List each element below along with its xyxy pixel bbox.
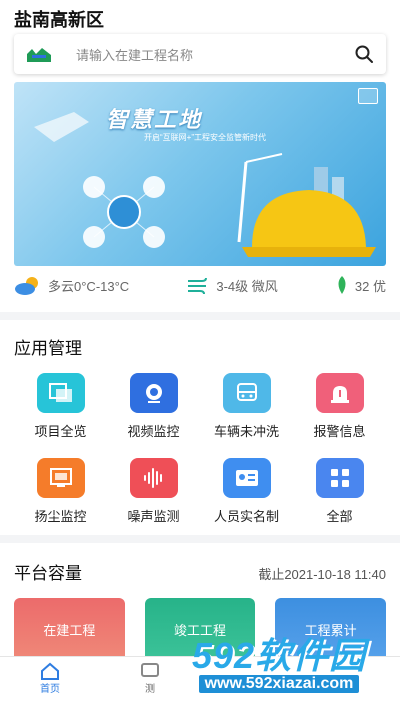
dust-icon	[36, 458, 85, 498]
weather-condition: 多云0°C-13°C	[14, 275, 129, 295]
cloud-sun-icon	[15, 277, 38, 295]
app-label: 车辆未冲洗	[213, 424, 279, 439]
overview-icon	[36, 373, 85, 413]
capacity-date: 截止2021-10-18 11:40	[258, 567, 386, 582]
search-bar[interactable]: 请输入在建工程名称	[14, 34, 386, 74]
search-icon[interactable]	[354, 44, 374, 64]
section-title: 平台容量	[14, 564, 82, 583]
sound-wave-icon	[129, 458, 178, 498]
tab-label: 测	[145, 684, 155, 695]
app-grid: 项目全览 视频监控 车辆未冲洗 报警信息 扬尘监控 噪声监测 人员实名制 全部	[14, 373, 386, 525]
banner-title: 智慧工地	[106, 107, 203, 132]
section-title: 应用管理	[14, 339, 82, 358]
app-label: 报警信息	[313, 424, 366, 439]
air-quality: 32 优	[335, 275, 386, 295]
alarm-icon	[315, 373, 364, 413]
app-label: 噪声监测	[127, 509, 180, 524]
weather-text: 多云0°C-13°C	[48, 278, 130, 294]
region-title[interactable]: 盐南高新区	[14, 0, 386, 34]
tab-label: 首页	[40, 684, 60, 695]
chat-icon	[141, 663, 159, 677]
tile-label: 在建工程	[43, 623, 96, 638]
site-watermark: 592软件园 www.592xiazai.com	[164, 634, 394, 696]
app-vehicle-unwashed[interactable]: 车辆未冲洗	[200, 373, 293, 440]
app-all[interactable]: 全部	[293, 458, 386, 525]
app-real-name[interactable]: 人员实名制	[200, 458, 293, 525]
app-project-overview[interactable]: 项目全览	[14, 373, 107, 440]
search-input[interactable]: 请输入在建工程名称	[76, 45, 354, 64]
home-icon	[41, 662, 59, 680]
top-section: 盐南高新区 请输入在建工程名称 智慧工地 开启“互联网+”工程安全监管新时代 多…	[0, 0, 400, 312]
app-label: 全部	[326, 509, 353, 524]
grid-icon	[315, 458, 364, 498]
leaf-icon	[338, 276, 346, 294]
wind-icon	[188, 277, 208, 294]
wind-text: 3-4级 微风	[216, 278, 278, 294]
app-noise-monitor[interactable]: 噪声监测	[107, 458, 200, 525]
app-video-monitor[interactable]: 视频监控	[107, 373, 200, 440]
camera-icon	[129, 373, 178, 413]
wind-info: 3-4级 微风	[186, 276, 278, 295]
scan-icon[interactable]	[358, 88, 378, 104]
app-alarm-info[interactable]: 报警信息	[293, 373, 386, 440]
tab-home[interactable]: 首页	[0, 657, 100, 700]
watermark-url: www.592xiazai.com	[198, 675, 360, 693]
bus-icon	[222, 373, 271, 413]
app-management-section: 应用管理 项目全览 视频监控 车辆未冲洗 报警信息 扬尘监控 噪声监测 人员实名…	[0, 320, 400, 535]
aqi-text: 32 优	[354, 278, 386, 294]
id-card-icon	[222, 458, 271, 498]
watermark-brand: 592软件园	[191, 635, 367, 676]
app-dust-monitor[interactable]: 扬尘监控	[14, 458, 107, 525]
brand-logo-icon	[27, 48, 51, 62]
weather-bar: 多云0°C-13°C 3-4级 微风 32 优	[14, 266, 386, 304]
capacity-header: 平台容量 截止2021-10-18 11:40	[14, 559, 386, 584]
smart-site-banner[interactable]: 智慧工地 开启“互联网+”工程安全监管新时代	[14, 82, 386, 266]
banner-subtitle: 开启“互联网+”工程安全监管新时代	[144, 133, 266, 142]
app-label: 人员实名制	[213, 509, 279, 524]
app-label: 扬尘监控	[34, 509, 87, 524]
app-label: 项目全览	[34, 424, 87, 439]
app-label: 视频监控	[127, 424, 180, 439]
